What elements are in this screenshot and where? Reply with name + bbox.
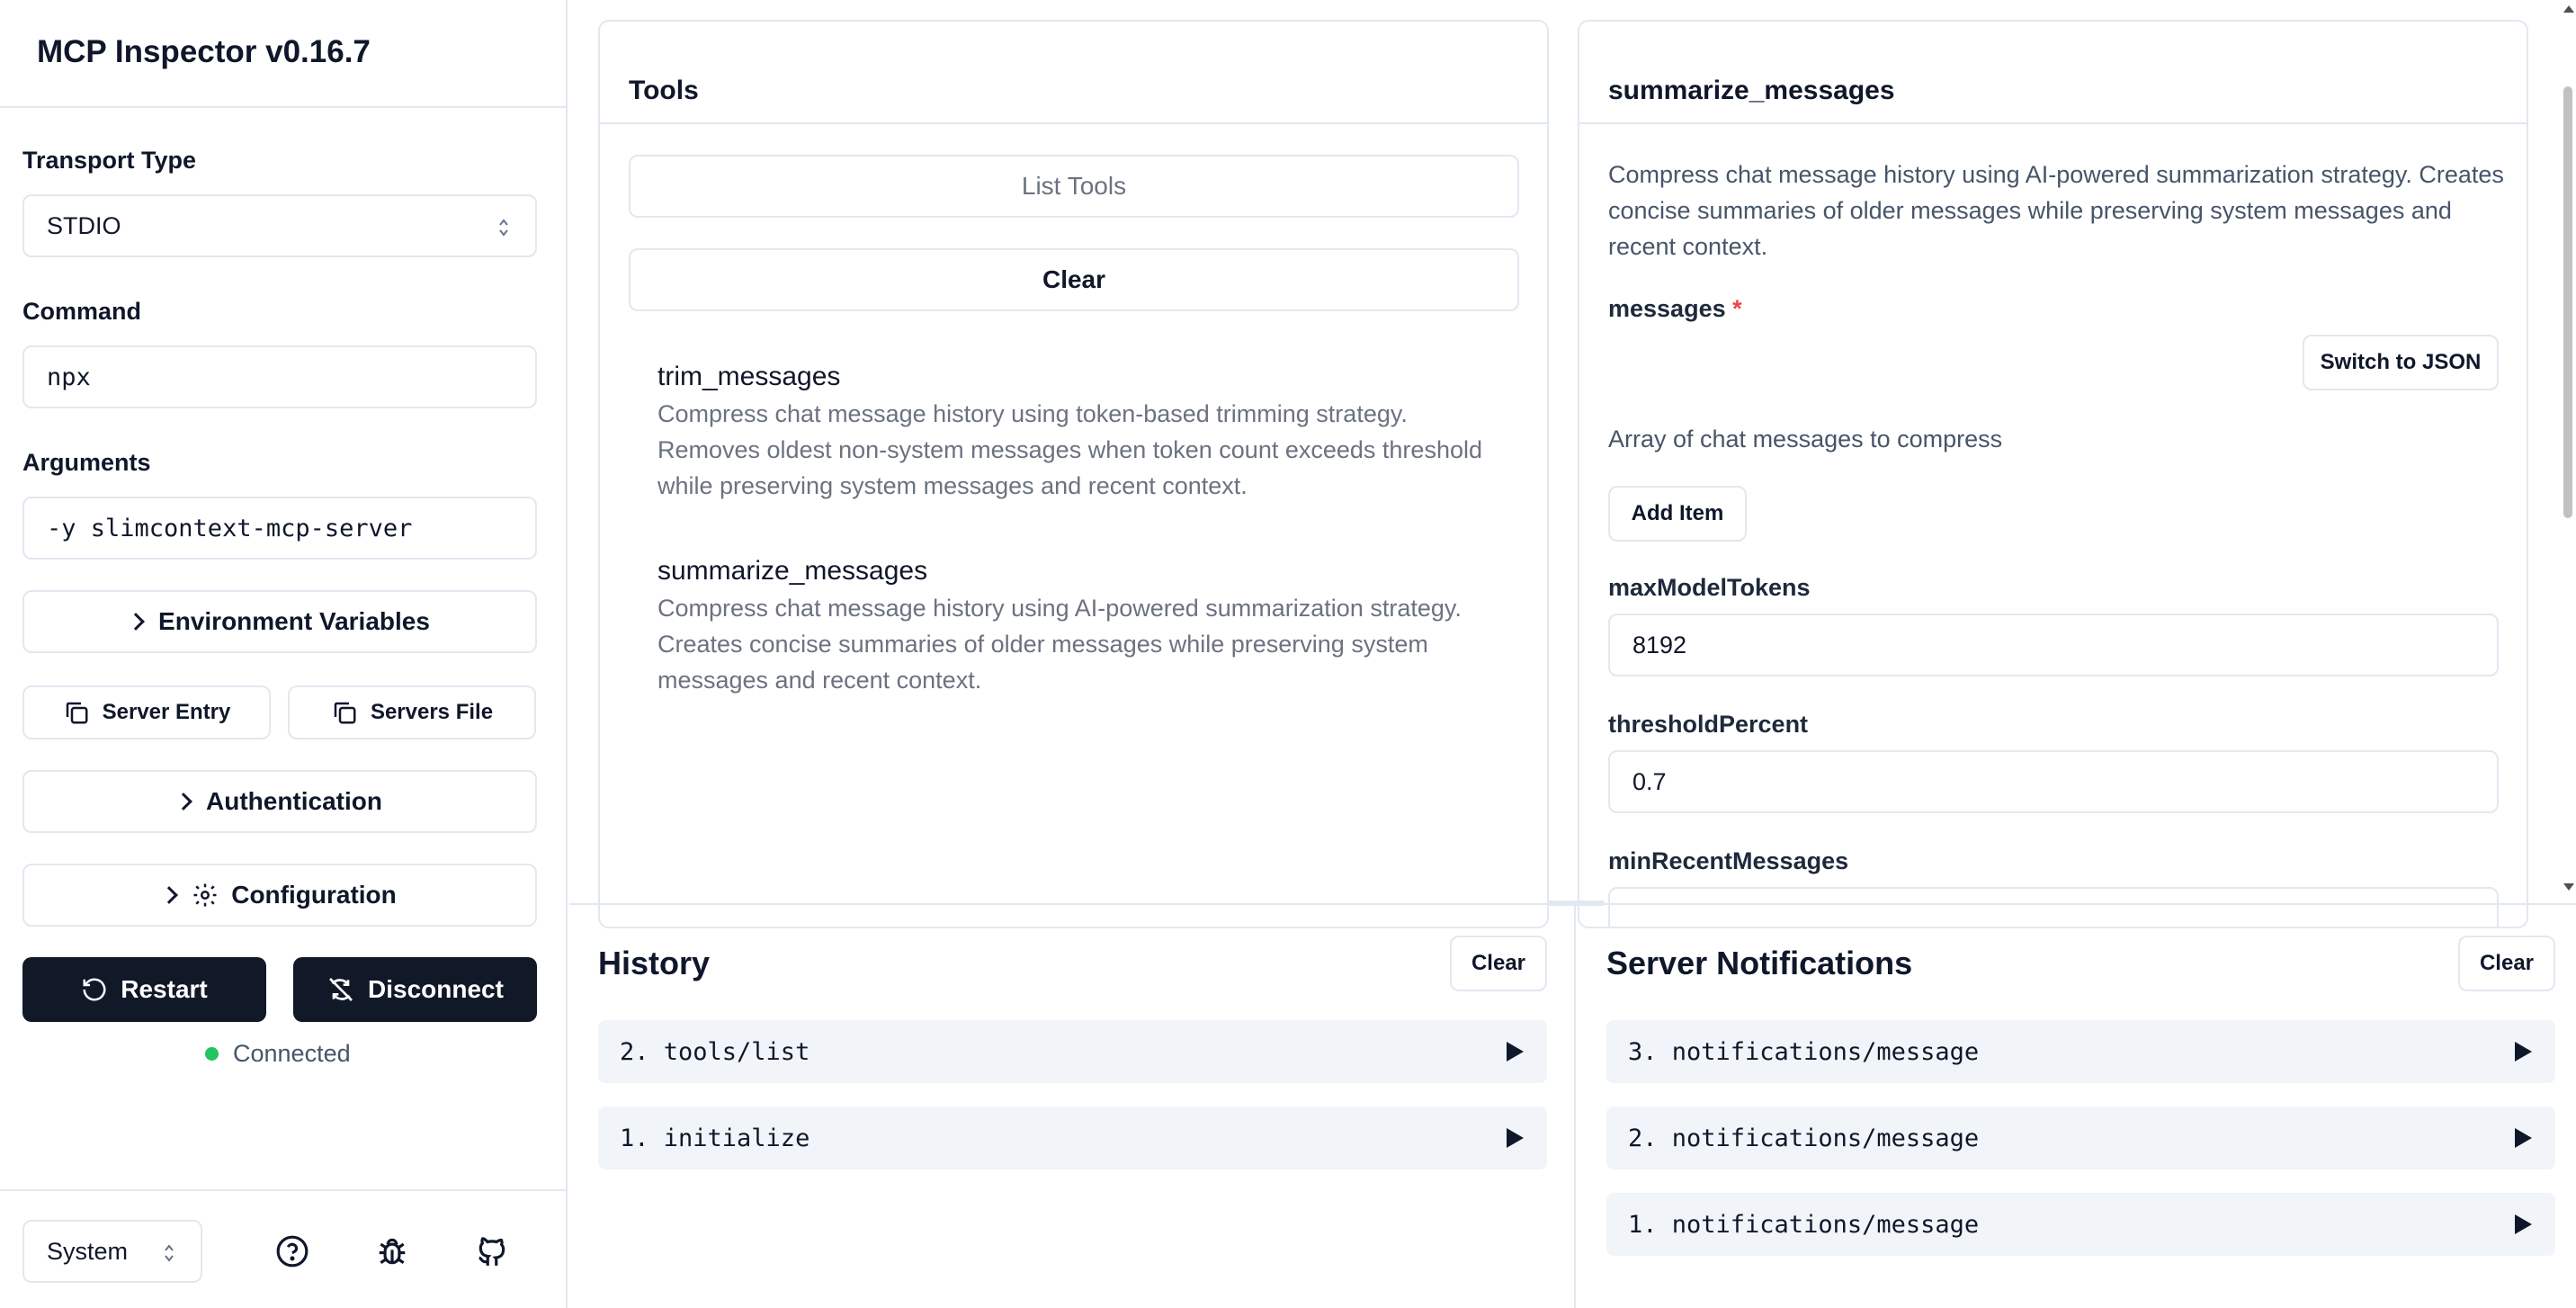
notification-item[interactable]: 1. notifications/message xyxy=(1606,1193,2555,1256)
min-recent-messages-label: minRecentMessages xyxy=(1608,847,1849,874)
chevron-right-icon xyxy=(174,793,192,811)
notification-item-label: 1. notifications/message xyxy=(1628,1210,1980,1239)
list-tools-button[interactable]: List Tools xyxy=(629,155,1519,218)
required-marker: * xyxy=(1732,295,1742,322)
command-input[interactable]: npx xyxy=(22,345,537,408)
tools-panel-title: Tools xyxy=(629,76,699,105)
messages-label-text: messages xyxy=(1608,295,1726,322)
copy-icon xyxy=(66,702,88,724)
chevron-right-icon xyxy=(160,886,179,904)
environment-variables-button[interactable]: Environment Variables xyxy=(22,590,537,653)
authentication-button[interactable]: Authentication xyxy=(22,770,537,833)
sidebar-header-divider xyxy=(0,106,568,108)
messages-description: Array of chat messages to compress xyxy=(1608,426,2003,452)
status-text: Connected xyxy=(233,1040,351,1067)
configuration-button[interactable]: Configuration xyxy=(22,864,537,927)
server-notifications-title: Server Notifications xyxy=(1606,945,1913,981)
history-item-label: 2. tools/list xyxy=(620,1037,810,1066)
max-model-tokens-label: maxModelTokens xyxy=(1608,574,1811,601)
connection-status: Connected xyxy=(205,1040,351,1068)
copy-icon xyxy=(334,702,356,724)
switch-to-json-button[interactable]: Switch to JSON xyxy=(2303,335,2499,390)
history-item[interactable]: 1. initialize xyxy=(598,1106,1547,1169)
server-entry-label: Server Entry xyxy=(102,700,231,724)
expand-arrow-icon[interactable] xyxy=(2515,1128,2532,1148)
help-circle-icon[interactable] xyxy=(275,1234,309,1268)
rotate-ccw-icon xyxy=(83,978,106,1001)
theme-select[interactable]: System xyxy=(22,1220,202,1283)
chevrons-up-down-icon xyxy=(499,219,508,237)
servers-file-label: Servers File xyxy=(370,700,494,724)
history-title: History xyxy=(598,945,711,981)
tool-item-trim-messages[interactable]: trim_messages Compress chat message hist… xyxy=(657,362,1503,504)
chevron-right-icon xyxy=(127,613,145,631)
tool-name: summarize_messages xyxy=(657,556,928,586)
messages-label: messages * xyxy=(1608,295,1742,323)
expand-arrow-icon[interactable] xyxy=(2515,1214,2532,1234)
history-item-label: 1. initialize xyxy=(620,1124,810,1152)
bug-icon[interactable] xyxy=(375,1234,409,1268)
expand-arrow-icon[interactable] xyxy=(1507,1042,1524,1062)
gear-icon xyxy=(193,883,217,907)
transport-type-label: Transport Type xyxy=(22,147,197,174)
sidebar: MCP Inspector v0.16.7 Transport Type STD… xyxy=(0,0,568,1308)
theme-value: System xyxy=(47,1237,129,1265)
max-model-tokens-input[interactable]: 8192 xyxy=(1608,614,2499,676)
threshold-percent-label: thresholdPercent xyxy=(1608,711,1809,738)
command-value: npx xyxy=(47,363,91,391)
expand-arrow-icon[interactable] xyxy=(2515,1042,2532,1062)
chevrons-up-down-icon xyxy=(165,1244,174,1262)
scroll-down-arrow[interactable] xyxy=(2563,883,2574,891)
status-dot xyxy=(205,1047,219,1061)
tool-detail-title: summarize_messages xyxy=(1608,76,1895,105)
tool-name: trim_messages xyxy=(657,362,841,391)
disconnect-button[interactable]: Disconnect xyxy=(293,957,537,1022)
environment-variables-label: Environment Variables xyxy=(158,607,430,635)
clear-tools-button[interactable]: Clear xyxy=(629,248,1519,311)
scroll-up-arrow[interactable] xyxy=(2563,5,2574,13)
tools-panel: Tools List Tools Clear trim_messages Com… xyxy=(598,20,1549,928)
threshold-percent-input[interactable]: 0.7 xyxy=(1608,750,2499,813)
restart-button[interactable]: Restart xyxy=(22,957,266,1022)
tool-detail-panel: summarize_messages Compress chat message… xyxy=(1578,20,2528,928)
resize-handle[interactable] xyxy=(1547,900,1605,906)
transport-type-value: STDIO xyxy=(47,211,121,239)
tool-detail-description: Compress chat message history using AI-p… xyxy=(1608,161,2504,260)
tool-description: Compress chat message history using AI-p… xyxy=(657,595,1462,694)
command-label: Command xyxy=(22,298,142,325)
app-title: MCP Inspector v0.16.7 xyxy=(37,34,371,69)
notification-item-label: 3. notifications/message xyxy=(1628,1037,1980,1066)
disconnect-icon xyxy=(329,978,353,1001)
copy-servers-file-button[interactable]: Servers File xyxy=(288,685,536,739)
tools-panel-divider xyxy=(600,122,1547,124)
history-clear-button[interactable]: Clear xyxy=(1450,936,1547,991)
scrollbar-thumb[interactable] xyxy=(2563,86,2572,518)
notifications-clear-button[interactable]: Clear xyxy=(2458,936,2555,991)
expand-arrow-icon[interactable] xyxy=(1507,1128,1524,1148)
arguments-value: -y slimcontext-mcp-server xyxy=(47,514,413,542)
bottom-vertical-divider xyxy=(1574,905,1576,1308)
min-recent-messages-input[interactable] xyxy=(1608,887,2499,927)
transport-type-select[interactable]: STDIO xyxy=(22,194,537,257)
scrollbar[interactable] xyxy=(2560,0,2576,903)
restart-label: Restart xyxy=(121,975,208,1003)
tool-detail-divider xyxy=(1579,122,2527,124)
configuration-label: Configuration xyxy=(231,881,397,909)
add-item-button[interactable]: Add Item xyxy=(1608,486,1747,542)
disconnect-label: Disconnect xyxy=(368,975,504,1003)
history-item[interactable]: 2. tools/list xyxy=(598,1020,1547,1083)
notification-item-label: 2. notifications/message xyxy=(1628,1124,1980,1152)
arguments-label: Arguments xyxy=(22,449,151,476)
tool-description: Compress chat message history using toke… xyxy=(657,400,1482,499)
notification-item[interactable]: 2. notifications/message xyxy=(1606,1106,2555,1169)
authentication-label: Authentication xyxy=(206,787,382,815)
tool-item-summarize-messages[interactable]: summarize_messages Compress chat message… xyxy=(657,556,1503,698)
github-icon[interactable] xyxy=(475,1234,509,1268)
arguments-input[interactable]: -y slimcontext-mcp-server xyxy=(22,497,537,560)
copy-server-entry-button[interactable]: Server Entry xyxy=(22,685,271,739)
sidebar-footer-divider xyxy=(0,1189,568,1191)
notification-item[interactable]: 3. notifications/message xyxy=(1606,1020,2555,1083)
